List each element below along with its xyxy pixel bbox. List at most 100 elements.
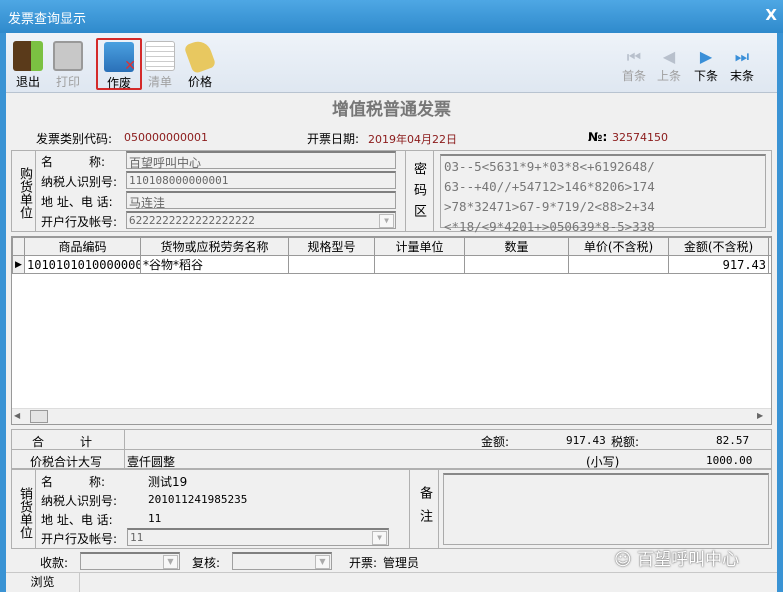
last-record-button[interactable]: ⏭ 末条 <box>724 47 760 84</box>
column-header[interactable]: 税 <box>768 237 771 256</box>
cell-amount[interactable]: 917.43 <box>668 255 769 274</box>
table-row[interactable]: ▶ 1010101010000000000 *谷物*稻谷 917.43 <box>12 255 771 274</box>
exit-button[interactable]: 退出 <box>8 41 48 90</box>
column-header[interactable]: 单价(不含税) <box>568 237 669 256</box>
cell-unit[interactable] <box>374 255 465 274</box>
caps-label: 价税合计大写 <box>30 455 103 469</box>
cipher-line: >78*32471>67-9*719/2<88>2+34 <box>444 199 655 214</box>
scroll-left-icon[interactable]: ◀ <box>14 409 26 423</box>
row-indicator-header <box>12 237 25 256</box>
column-header[interactable]: 商品编码 <box>24 237 141 256</box>
code-label: 发票类别代码: <box>36 132 113 146</box>
list-label: 清单 <box>147 75 172 89</box>
window-title: 发票查询显示 <box>8 12 87 27</box>
list-sheet-icon <box>145 41 175 71</box>
seller-bank-value: 11 <box>130 531 144 544</box>
seller-bank-select[interactable]: 11 ▼ <box>127 528 389 546</box>
review-select[interactable]: ▼ <box>232 552 332 570</box>
chevron-down-icon[interactable]: ▼ <box>163 555 178 569</box>
column-header[interactable]: 金额(不含税) <box>668 237 769 256</box>
date-label: 开票日期: <box>307 132 360 146</box>
issuer-name: 管理员 <box>383 556 420 570</box>
list-button[interactable]: 清单 <box>140 41 180 90</box>
cipher-line: 03--5<5631*9+*03*8<+6192648/ <box>444 159 655 174</box>
cipher-area: 03--5<5631*9+*03*8<+6192648/ 63--+40//+5… <box>440 154 766 234</box>
seller-tax-label: 纳税人识别号: <box>41 494 118 508</box>
previous-icon: ◀ <box>662 47 676 66</box>
buyer-addr-field[interactable]: 马连洼 <box>126 191 396 210</box>
seller-name: 测试19 <box>148 475 188 489</box>
cell-tax-rate[interactable] <box>768 255 771 274</box>
invoice-number: 32574150 <box>612 131 668 144</box>
last-label: 末条 <box>729 69 754 83</box>
current-row-icon: ▶ <box>12 255 25 274</box>
void-trash-icon: ✕ <box>104 42 136 74</box>
seller-section-label: 销货单位 <box>17 487 32 539</box>
scroll-thumb[interactable] <box>30 410 48 423</box>
remark-field[interactable] <box>443 473 769 545</box>
column-header[interactable]: 计量单位 <box>374 237 465 256</box>
status-mode: 浏览 <box>6 573 80 592</box>
wechat-icon: ☺ <box>614 550 638 570</box>
payee-select[interactable]: ▼ <box>80 552 180 570</box>
total-tax: 82.57 <box>716 434 750 447</box>
cell-spec[interactable] <box>288 255 375 274</box>
goods-grid: 商品编码 货物或应税劳务名称 规格型号 计量单位 数量 单价(不含税) 金额(不… <box>11 236 772 425</box>
status-bar: 浏览 <box>6 572 777 592</box>
chevron-down-icon[interactable]: ▼ <box>379 214 394 228</box>
buyer-bank-select[interactable]: 6222222222222222222 ▼ <box>126 211 396 229</box>
toolbar: 退出 打印 ✕ 作废 清单 价格 ⏮ 首条 ◀ 上条 ▶ 下条 ⏭ 末条 <box>6 33 777 93</box>
void-button[interactable]: ✕ 作废 <box>96 38 142 90</box>
cipher-line: 63--+40//+54712>146*8206>174 <box>444 179 655 194</box>
last-icon: ⏭ <box>734 47 750 66</box>
number-label: №: <box>588 130 608 144</box>
issuer-label: 开票: <box>349 556 378 570</box>
previous-record-button[interactable]: ◀ 上条 <box>651 47 687 84</box>
first-record-button[interactable]: ⏮ 首条 <box>616 47 652 84</box>
seller-addr: 11 <box>148 512 162 525</box>
payee-label: 收款: <box>40 556 69 570</box>
cell-name[interactable]: *谷物*稻谷 <box>140 255 289 274</box>
chevron-down-icon[interactable]: ▼ <box>372 531 387 545</box>
cell-qty[interactable] <box>464 255 569 274</box>
horizontal-scrollbar[interactable]: ◀ ▶ <box>12 408 771 424</box>
invoice-title: 增值税普通发票 <box>332 100 451 120</box>
chevron-down-icon[interactable]: ▼ <box>315 555 330 569</box>
buyer-addr-label: 地 址、电 话: <box>41 195 113 209</box>
review-label: 复核: <box>192 556 221 570</box>
column-header[interactable]: 规格型号 <box>288 237 375 256</box>
total-label: 合 计 <box>32 435 93 449</box>
tax-label: 税额: <box>611 435 640 449</box>
void-label: 作废 <box>106 76 131 90</box>
print-button[interactable]: 打印 <box>48 41 88 90</box>
next-label: 下条 <box>693 69 718 83</box>
cell-price[interactable] <box>568 255 669 274</box>
close-button[interactable]: X <box>765 6 777 24</box>
buyer-tax-label: 纳税人识别号: <box>41 175 118 189</box>
price-tag-icon <box>183 37 217 75</box>
seller-tax-id: 201011241985235 <box>148 493 248 506</box>
exit-label: 退出 <box>15 75 40 89</box>
buyer-name-field[interactable]: 百望呼叫中心 <box>126 151 396 170</box>
column-header[interactable]: 货物或应税劳务名称 <box>140 237 289 256</box>
title-bar: 发票查询显示 <box>0 0 783 33</box>
cell-code[interactable]: 1010101010000000000 <box>24 255 141 274</box>
cipher-label: 密码区 <box>411 161 426 225</box>
invoice-window: 退出 打印 ✕ 作废 清单 价格 ⏮ 首条 ◀ 上条 ▶ 下条 ⏭ 末条 增值税普通发票 … <box>6 33 777 592</box>
small-label: (小写) <box>586 455 620 469</box>
watermark-text: 百望呼叫中心 <box>637 550 740 570</box>
buyer-bank-value: 6222222222222222222 <box>129 214 255 227</box>
cipher-line: <*18/<9*4201+>050639*8-5>338 <box>444 219 655 234</box>
price-label: 价格 <box>187 75 212 89</box>
next-record-button[interactable]: ▶ 下条 <box>688 47 724 84</box>
printer-icon <box>53 41 83 71</box>
amount-label: 金额: <box>481 435 510 449</box>
remark-label: 备注 <box>417 486 432 532</box>
buyer-tax-field[interactable]: 110108000000001 <box>126 171 396 189</box>
total-amount: 917.43 <box>566 434 606 447</box>
price-button[interactable]: 价格 <box>180 37 220 90</box>
scroll-right-icon[interactable]: ▶ <box>757 409 769 423</box>
print-label: 打印 <box>55 75 80 89</box>
next-icon: ▶ <box>699 47 713 66</box>
column-header[interactable]: 数量 <box>464 237 569 256</box>
